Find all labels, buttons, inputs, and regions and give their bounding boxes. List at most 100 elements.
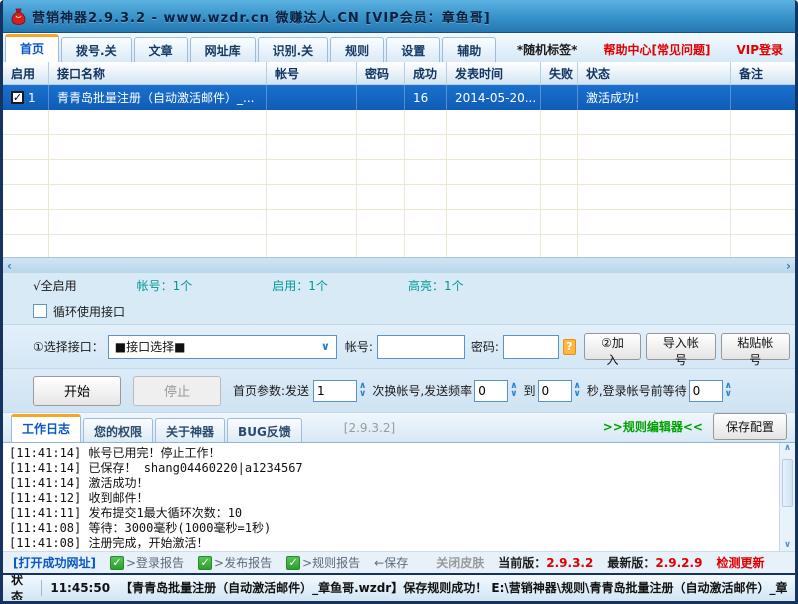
table-row[interactable]: ✓ 1 青青岛批量注册（自动激活邮件）_... 16 2014-05-20...… — [3, 85, 795, 110]
open-success-url-link[interactable]: [打开成功网址] — [13, 554, 96, 571]
wait-label: 秒,登录帐号前等待 — [586, 384, 687, 398]
tab-home[interactable]: 首页 — [5, 34, 60, 62]
table-gridline — [577, 110, 578, 257]
log-line: [11:41:14] 激活成功！ — [9, 476, 149, 490]
tab-recognition[interactable]: 识别.关 — [257, 37, 329, 62]
spin-down-icon[interactable]: ∨ — [725, 389, 732, 398]
scroll-right-icon[interactable]: › — [786, 260, 791, 272]
col-status[interactable]: 状态 — [577, 62, 730, 84]
col-password[interactable]: 密码 — [356, 62, 404, 84]
interface-select-dropdown[interactable]: ■接口选择■ ∨ — [107, 334, 337, 359]
save-config-button[interactable]: 保存配置 — [712, 413, 787, 440]
rule-editor-link[interactable]: >>规则编辑器<< — [603, 418, 703, 435]
random-tag-link[interactable]: *随机标签* — [517, 41, 578, 58]
frequency-label: 次换帐号,发送频率 — [372, 384, 473, 398]
row-enable-checkbox[interactable]: ✓ — [11, 91, 24, 104]
all-enable-toggle[interactable]: √全启用 — [33, 277, 77, 294]
tab-article[interactable]: 文章 — [133, 37, 188, 62]
login-report-checkbox[interactable]: ✓ — [109, 555, 124, 570]
vip-login-link[interactable]: VIP登录 — [736, 41, 783, 58]
help-center-link[interactable]: 帮助中心[常见问题] — [603, 41, 710, 58]
rule-report-checkbox[interactable]: ✓ — [286, 555, 301, 570]
col-fail[interactable]: 失败 — [540, 62, 577, 84]
publish-report-label: >发布报告 — [214, 556, 273, 570]
publish-report-checkbox[interactable]: ✓ — [198, 555, 213, 570]
tab-assist[interactable]: 辅助 — [442, 37, 497, 62]
scroll-down-icon[interactable]: ∨ — [784, 541, 791, 550]
tab-about[interactable]: 关于神器 — [155, 418, 226, 442]
log-line: [11:41:12] 收到邮件！ — [9, 491, 149, 505]
paste-accounts-button[interactable]: 粘贴帐号 — [720, 333, 790, 367]
accounts-count: 帐号：1个 — [136, 279, 193, 293]
send-count-input[interactable] — [313, 379, 358, 402]
window-title: 营销神器2.9.3.2 - www.wzdr.cn 微赚达人.CN [VIP会员… — [32, 10, 491, 26]
wait-input[interactable] — [688, 379, 723, 402]
import-accounts-button[interactable]: 导入帐号 — [646, 333, 716, 367]
title-bar[interactable]: 营销神器2.9.3.2 - www.wzdr.cn 微赚达人.CN [VIP会员… — [3, 0, 795, 33]
frequency-to-input[interactable] — [537, 379, 572, 402]
main-tab-bar: 首页 拨号.关 文章 网址库 识别.关 规则 设置 辅助 *随机标签* 帮助中心… — [3, 33, 795, 62]
help-icon[interactable]: ? — [562, 338, 576, 355]
frequency-input[interactable] — [474, 379, 509, 402]
table-empty-area — [3, 110, 795, 257]
send-count-stepper[interactable]: ∧ ∨ — [359, 382, 366, 398]
check-update-link[interactable]: 检测更新 — [716, 554, 764, 571]
password-input[interactable] — [502, 334, 559, 359]
status-divider — [41, 579, 43, 596]
scroll-left-icon[interactable]: ‹ — [7, 260, 12, 272]
scroll-up-icon[interactable]: ∧ — [784, 444, 791, 453]
log-line: [11:41:14] 已保存！ shang04460220|a1234567 — [9, 461, 303, 475]
loop-interface-checkbox[interactable] — [33, 304, 47, 318]
log-lines[interactable]: [11:41:14] 帐号已用完！停止工作！ [11:41:14] 已保存！ s… — [3, 443, 779, 551]
account-input[interactable] — [376, 334, 465, 359]
col-account[interactable]: 帐号 — [266, 62, 356, 84]
row-password-cell — [356, 85, 404, 110]
log-vertical-scrollbar[interactable]: ∧ ∨ — [779, 443, 795, 551]
scrollbar-thumb[interactable] — [782, 459, 793, 507]
spin-down-icon[interactable]: ∨ — [359, 389, 366, 398]
tab-bug-feedback[interactable]: BUG反馈 — [227, 418, 302, 442]
row-name-cell: 青青岛批量注册（自动激活邮件）_... — [48, 85, 266, 110]
col-success[interactable]: 成功 — [404, 62, 446, 84]
col-enable[interactable]: 启用 — [3, 62, 48, 84]
wait-stepper[interactable]: ∧ ∨ — [725, 382, 732, 398]
tab-rules[interactable]: 规则 — [330, 37, 385, 62]
row-enable-cell[interactable]: ✓ 1 — [3, 85, 48, 110]
control-row: 开始 停止 首页参数:发送 ∧∨ 次换帐号,发送频率 ∧∨ 到 ∧∨ 秒,登录帐… — [3, 369, 795, 413]
status-label: 状态 — [11, 573, 24, 600]
chevron-down-icon: ∨ — [320, 340, 330, 353]
rule-report-label: >规则报告 — [302, 556, 361, 570]
row-account-cell — [266, 85, 356, 110]
log-line: [11:41:14] 帐号已用完！停止工作！ — [9, 446, 221, 460]
current-version-label: 当前版： — [498, 556, 547, 570]
latest-version-value: 2.9.2.9 — [655, 555, 703, 570]
spin-down-icon[interactable]: ∨ — [510, 389, 517, 398]
to-label: 到 — [523, 384, 536, 398]
tab-settings[interactable]: 设置 — [386, 37, 441, 62]
tab-url-library[interactable]: 网址库 — [189, 37, 256, 62]
app-window: 营销神器2.9.3.2 - www.wzdr.cn 微赚达人.CN [VIP会员… — [0, 0, 798, 604]
frequency-to-stepper[interactable]: ∧ ∨ — [574, 382, 581, 398]
moneybag-icon — [11, 8, 26, 25]
frequency-stepper[interactable]: ∧ ∨ — [510, 382, 517, 398]
summary-row: √全启用 帐号：1个 启用：1个 高亮：1个 — [3, 273, 795, 298]
publish-report-option[interactable]: ✓ >发布报告 — [198, 554, 272, 571]
col-interface-name[interactable]: 接口名称 — [48, 62, 266, 84]
join-button[interactable]: ②加入 — [583, 333, 642, 367]
highlight-count: 高亮：1个 — [407, 279, 464, 293]
tab-dial[interactable]: 拨号.关 — [61, 37, 132, 62]
tab-work-log[interactable]: 工作日志 — [11, 414, 82, 442]
start-button[interactable]: 开始 — [33, 375, 121, 406]
spin-down-icon[interactable]: ∨ — [574, 389, 581, 398]
stop-button[interactable]: 停止 — [133, 375, 221, 406]
col-publish-time[interactable]: 发表时间 — [446, 62, 540, 84]
close-skin-link[interactable]: 关闭皮肤 — [436, 554, 484, 571]
table-horizontal-scrollbar[interactable]: ‹ › — [3, 257, 795, 273]
tab-permissions[interactable]: 您的权限 — [83, 418, 154, 442]
rule-report-option[interactable]: ✓ >规则报告 — [286, 554, 360, 571]
log-area: [11:41:14] 帐号已用完！停止工作！ [11:41:14] 已保存！ s… — [3, 442, 795, 551]
login-report-option[interactable]: ✓ >登录报告 — [109, 554, 184, 571]
send-param-label: 首页参数:发送 — [233, 384, 310, 398]
loop-row: 循环使用接口 — [3, 298, 795, 325]
col-remark[interactable]: 备注 — [730, 62, 795, 84]
